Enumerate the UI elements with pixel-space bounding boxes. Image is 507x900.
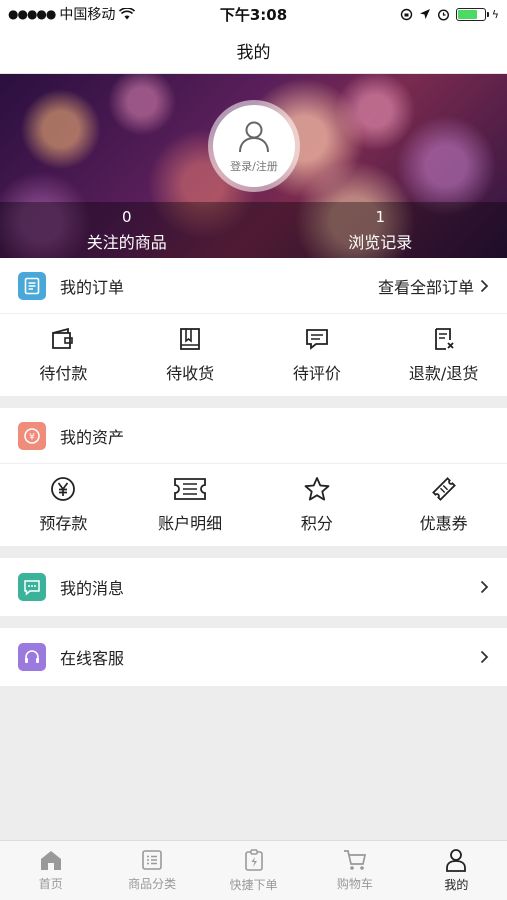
order-refund-return[interactable]: 退款/退货 bbox=[380, 314, 507, 396]
signal-icon: ●●●●● bbox=[8, 7, 56, 21]
cart-icon bbox=[343, 850, 366, 870]
wallet-icon bbox=[52, 327, 74, 349]
user-avatar-icon bbox=[239, 121, 269, 153]
chevron-right-icon bbox=[480, 650, 489, 664]
battery-icon bbox=[455, 7, 489, 21]
orders-title: 我的订单 bbox=[60, 277, 125, 297]
carrier-label: 中国移动 bbox=[59, 7, 116, 23]
messages-title: 我的消息 bbox=[60, 579, 125, 598]
view-all-orders-label: 查看全部订单 bbox=[377, 277, 474, 297]
profile-stats: 0 关注的商品 1 浏览记录 bbox=[0, 202, 507, 258]
user-icon bbox=[446, 849, 467, 872]
chevron-right-icon bbox=[480, 279, 489, 292]
stat-browse-history[interactable]: 1 浏览记录 bbox=[254, 202, 507, 258]
grid-label: 积分 bbox=[300, 514, 333, 533]
wifi-icon bbox=[119, 8, 136, 20]
tab-label: 商品分类 bbox=[128, 877, 177, 891]
location-icon bbox=[419, 9, 430, 19]
order-pending-payment[interactable]: 待付款 bbox=[0, 314, 127, 396]
tab-label: 购物车 bbox=[336, 877, 373, 891]
tab-mine[interactable]: 我的 bbox=[406, 841, 507, 900]
tab-label: 首页 bbox=[38, 877, 63, 891]
asset-coupons[interactable]: 优惠券 bbox=[380, 464, 507, 546]
yen-icon bbox=[51, 477, 76, 501]
orders-icon bbox=[18, 271, 46, 300]
orders-header[interactable]: 我的订单 查看全部订单 bbox=[0, 258, 507, 314]
tab-home[interactable]: 首页 bbox=[0, 841, 101, 900]
rotation-lock-icon bbox=[400, 8, 412, 20]
grid-label: 待收货 bbox=[166, 364, 215, 383]
login-register-label: 登录/注册 bbox=[230, 160, 278, 173]
stat-value: 1 bbox=[375, 207, 386, 226]
orders-grid: 待付款 待收货 待评价 退款/退货 bbox=[0, 314, 507, 396]
order-pending-receipt[interactable]: 待收货 bbox=[127, 314, 254, 396]
grid-label: 账户明细 bbox=[158, 514, 223, 533]
avatar[interactable]: 登录/注册 bbox=[213, 105, 295, 187]
orders-section: 我的订单 查看全部订单 待付款 待收货 待评价 退款/退货 bbox=[0, 258, 507, 396]
tab-categories[interactable]: 商品分类 bbox=[101, 841, 202, 900]
login-avatar-button[interactable]: 登录/注册 bbox=[208, 100, 300, 192]
asset-prepaid-deposit[interactable]: 预存款 bbox=[0, 464, 127, 546]
alarm-icon bbox=[437, 8, 449, 21]
svg-text:¥: ¥ bbox=[29, 432, 35, 442]
service-icon bbox=[18, 643, 46, 671]
grid-label: 优惠券 bbox=[419, 514, 468, 533]
service-title: 在线客服 bbox=[60, 649, 125, 668]
grid-label: 待评价 bbox=[292, 364, 341, 383]
assets-section: ¥ 我的资产 预存款 账户明细 积分 优惠券 bbox=[0, 408, 507, 546]
carrier-info: ●●●●● 中国移动 bbox=[8, 4, 136, 24]
messages-row[interactable]: 我的消息 bbox=[0, 558, 507, 616]
assets-icon: ¥ bbox=[18, 421, 46, 450]
assets-header[interactable]: ¥ 我的资产 bbox=[0, 408, 507, 464]
bottom-tab-bar: 首页 商品分类 快捷下单 购物车 我的 bbox=[0, 840, 507, 900]
messages-section: 我的消息 bbox=[0, 558, 507, 616]
quick-order-icon bbox=[244, 849, 263, 871]
stat-value: 0 bbox=[121, 207, 132, 226]
status-icons: ϟ bbox=[400, 7, 499, 21]
status-bar: ●●●●● 中国移动 下午3:08 ϟ bbox=[0, 0, 507, 28]
ticket-list-icon bbox=[174, 478, 207, 500]
assets-title: 我的资产 bbox=[60, 427, 125, 447]
home-icon bbox=[40, 851, 61, 870]
asset-account-details[interactable]: 账户明细 bbox=[127, 464, 254, 546]
coupon-icon bbox=[431, 477, 456, 501]
stat-label: 浏览记录 bbox=[348, 232, 413, 252]
online-service-row[interactable]: 在线客服 bbox=[0, 628, 507, 686]
book-icon bbox=[180, 328, 201, 350]
service-section: 在线客服 bbox=[0, 628, 507, 686]
comment-icon bbox=[305, 329, 328, 350]
stat-followed-products[interactable]: 0 关注的商品 bbox=[0, 202, 254, 258]
assets-grid: 预存款 账户明细 积分 优惠券 bbox=[0, 464, 507, 546]
profile-banner: 登录/注册 0 关注的商品 1 浏览记录 bbox=[0, 74, 507, 258]
chevron-right-icon bbox=[480, 580, 489, 594]
grid-label: 待付款 bbox=[39, 364, 88, 383]
refund-icon bbox=[434, 328, 454, 350]
view-all-orders-link[interactable]: 查看全部订单 bbox=[378, 274, 489, 298]
tab-quick-order[interactable]: 快捷下单 bbox=[203, 841, 304, 900]
list-icon bbox=[142, 850, 162, 870]
asset-points[interactable]: 积分 bbox=[254, 464, 381, 546]
messages-icon bbox=[18, 573, 46, 601]
star-icon bbox=[304, 477, 330, 501]
nav-bar: 我的 bbox=[0, 28, 507, 74]
tab-label: 我的 bbox=[444, 878, 469, 892]
grid-label: 预存款 bbox=[39, 514, 88, 533]
charging-icon: ϟ bbox=[491, 7, 499, 21]
tab-label: 快捷下单 bbox=[229, 878, 278, 892]
order-pending-review[interactable]: 待评价 bbox=[254, 314, 381, 396]
grid-label: 退款/退货 bbox=[408, 364, 479, 383]
stat-label: 关注的商品 bbox=[86, 232, 167, 252]
page-title: 我的 bbox=[236, 43, 271, 63]
tab-cart[interactable]: 购物车 bbox=[304, 841, 405, 900]
